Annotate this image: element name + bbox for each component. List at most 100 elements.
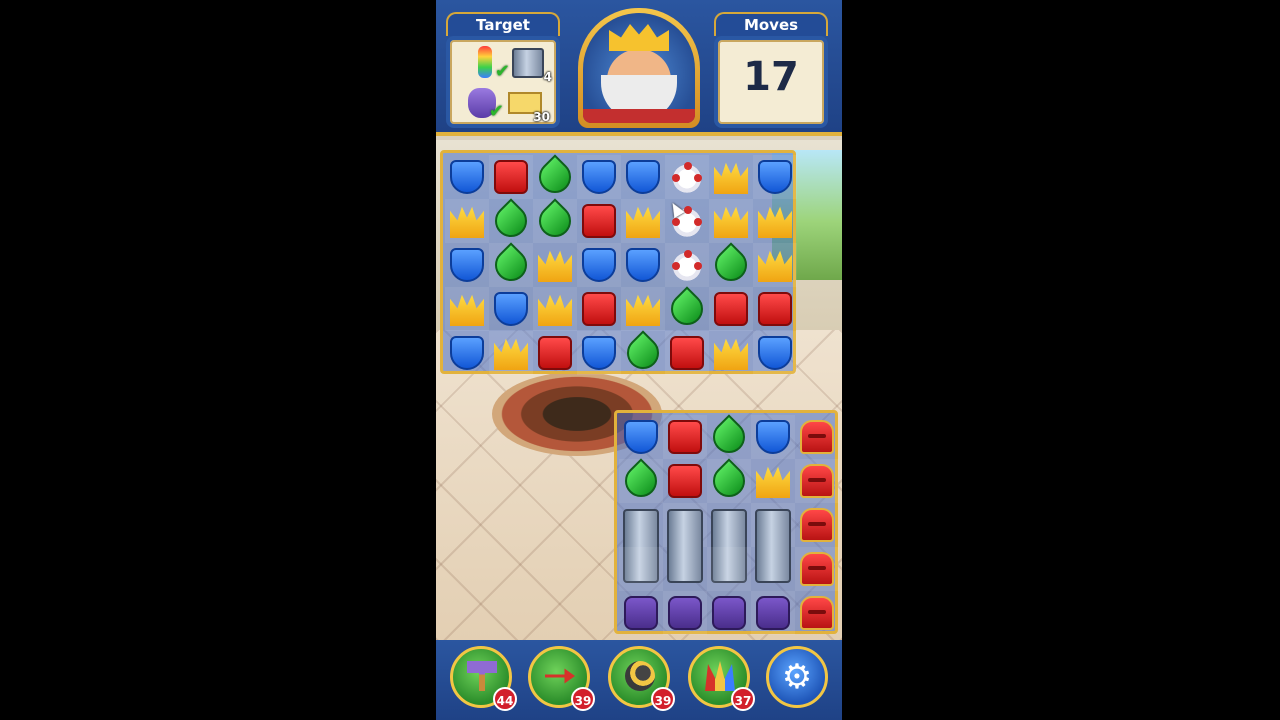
settings-button[interactable]: ⚙ bbox=[766, 646, 828, 708]
main-board-cell-r2-c6[interactable] bbox=[708, 242, 754, 288]
moves-panel: 17 bbox=[714, 36, 828, 128]
checkmark-icon: ✔ bbox=[494, 61, 510, 82]
main-board-cell-r4-c4[interactable] bbox=[620, 330, 666, 376]
lower-board-cell-r4-c1[interactable] bbox=[663, 591, 707, 635]
hammer-icon bbox=[467, 661, 497, 691]
teapot-piece-icon bbox=[670, 160, 704, 194]
main-board-cell-r3-c2[interactable] bbox=[533, 287, 577, 331]
main-board-cell-r1-c7[interactable] bbox=[753, 199, 797, 243]
main-board-cell-r3-c3[interactable] bbox=[577, 287, 621, 331]
lower-board-cell-r0-c3[interactable] bbox=[751, 415, 795, 459]
main-board-cell-r3-c5[interactable] bbox=[664, 286, 710, 332]
lower-board-cell-r2-c4[interactable] bbox=[795, 503, 839, 547]
lower-board-cell-r4-c0[interactable] bbox=[619, 591, 663, 635]
leaf-piece-icon bbox=[706, 458, 752, 504]
main-board-cell-r0-c1[interactable] bbox=[489, 155, 533, 199]
jester-hat-icon bbox=[705, 661, 735, 691]
main-board-cell-r0-c2[interactable] bbox=[532, 154, 578, 200]
shield-piece-icon bbox=[624, 420, 658, 454]
checkmark-icon: ✔ bbox=[488, 101, 504, 122]
shield-piece-icon bbox=[758, 160, 792, 194]
lower-board-cell-r3-c1[interactable] bbox=[663, 547, 707, 591]
leaf-piece-icon bbox=[532, 198, 578, 244]
main-board-cell-r2-c5[interactable] bbox=[665, 243, 709, 287]
lower-board-cell-r1-c2[interactable] bbox=[706, 458, 752, 504]
main-board-cell-r2-c0[interactable] bbox=[445, 243, 489, 287]
arrow-booster-button[interactable]: 39 bbox=[528, 646, 595, 711]
main-board-cell-r4-c7[interactable] bbox=[753, 331, 797, 375]
main-game-board bbox=[440, 150, 797, 376]
main-board-cell-r1-c4[interactable] bbox=[621, 199, 665, 243]
can-target-count: 4 bbox=[543, 70, 552, 84]
main-board-cell-r3-c6[interactable] bbox=[709, 287, 753, 331]
lower-board-cell-r4-c3[interactable] bbox=[751, 591, 795, 635]
leaf-piece-icon bbox=[488, 242, 534, 288]
mail-target: 30 bbox=[508, 86, 550, 124]
lower-board-cell-r3-c4[interactable] bbox=[795, 547, 839, 591]
main-board-cell-r1-c3[interactable] bbox=[577, 199, 621, 243]
top-hud: Target ✔ 4 ✔ 30 Moves 17 bbox=[436, 0, 842, 136]
main-board-cell-r0-c4[interactable] bbox=[621, 155, 665, 199]
lower-board-cell-r2-c0[interactable] bbox=[619, 503, 663, 583]
crown-piece-icon bbox=[494, 338, 528, 370]
main-board-cell-r0-c5[interactable] bbox=[665, 155, 709, 199]
lower-board-cell-r0-c4[interactable] bbox=[795, 415, 839, 459]
main-board-cell-r4-c3[interactable] bbox=[577, 331, 621, 375]
lower-board-cell-r0-c0[interactable] bbox=[619, 415, 663, 459]
lower-board-cell-r0-c2[interactable] bbox=[706, 414, 752, 460]
lower-board-cell-r3-c0[interactable] bbox=[619, 547, 663, 591]
main-board-cell-r1-c2[interactable] bbox=[532, 198, 578, 244]
main-board-cell-r0-c0[interactable] bbox=[445, 155, 489, 199]
lower-board-cell-r0-c1[interactable] bbox=[663, 415, 707, 459]
lower-board-cell-r4-c4[interactable] bbox=[795, 591, 839, 635]
main-board-cell-r4-c2[interactable] bbox=[533, 331, 577, 375]
hammer-booster-button[interactable]: 44 bbox=[450, 646, 517, 711]
rocket-icon bbox=[478, 46, 492, 78]
lower-board-cell-r3-c2[interactable] bbox=[707, 547, 751, 591]
main-board-cell-r2-c1[interactable] bbox=[488, 242, 534, 288]
gear-icon: ⚙ bbox=[781, 657, 813, 697]
lower-board-cell-r2-c2[interactable] bbox=[707, 503, 751, 583]
crown-piece-icon bbox=[714, 338, 748, 370]
main-board-cell-r4-c6[interactable] bbox=[709, 331, 753, 375]
arrow-count-badge: 39 bbox=[571, 687, 595, 711]
vase-target: ✔ bbox=[464, 86, 504, 122]
lower-board-cell-r1-c1[interactable] bbox=[663, 459, 707, 503]
lower-board-cell-r2-c3[interactable] bbox=[751, 503, 795, 583]
main-board-cell-r2-c2[interactable] bbox=[533, 243, 577, 287]
target-title: Target bbox=[446, 12, 560, 36]
main-board-cell-r3-c1[interactable] bbox=[489, 287, 533, 331]
lower-board-cell-r2-c1[interactable] bbox=[663, 503, 707, 583]
cannon-booster-button[interactable]: 39 bbox=[608, 646, 675, 711]
main-board-cell-r3-c7[interactable] bbox=[753, 287, 797, 331]
main-board-cell-r4-c5[interactable] bbox=[665, 331, 709, 375]
main-board-cell-r2-c7[interactable] bbox=[753, 243, 797, 287]
main-board-cell-r4-c1[interactable] bbox=[489, 331, 533, 375]
mail-target-count: 30 bbox=[533, 110, 550, 124]
lower-board-cell-r4-c2[interactable] bbox=[707, 591, 751, 635]
main-board-cell-r3-c0[interactable] bbox=[445, 287, 489, 331]
leaf-piece-icon bbox=[708, 242, 754, 288]
jar-piece-icon bbox=[756, 596, 790, 630]
rocket-target: ✔ bbox=[470, 46, 510, 82]
main-board-cell-r3-c4[interactable] bbox=[621, 287, 665, 331]
main-board-cell-r1-c1[interactable] bbox=[488, 198, 534, 244]
lower-board-cell-r1-c0[interactable] bbox=[618, 458, 664, 504]
main-board-cell-r0-c7[interactable] bbox=[753, 155, 797, 199]
shield-piece-icon bbox=[582, 336, 616, 370]
main-board-cell-r2-c4[interactable] bbox=[621, 243, 665, 287]
main-board-cell-r1-c6[interactable] bbox=[709, 199, 753, 243]
crown-piece-icon bbox=[714, 206, 748, 238]
main-board-cell-r0-c6[interactable] bbox=[709, 155, 753, 199]
can-target: 4 bbox=[510, 46, 552, 84]
main-board-cell-r4-c0[interactable] bbox=[445, 331, 489, 375]
block-piece-icon bbox=[494, 160, 528, 194]
jester-hat-booster-button[interactable]: 37 bbox=[688, 646, 755, 711]
block-piece-icon bbox=[668, 420, 702, 454]
lower-board-cell-r1-c3[interactable] bbox=[751, 459, 795, 503]
main-board-cell-r0-c3[interactable] bbox=[577, 155, 621, 199]
lower-board-cell-r3-c3[interactable] bbox=[751, 547, 795, 591]
main-board-cell-r2-c3[interactable] bbox=[577, 243, 621, 287]
lower-board-cell-r1-c4[interactable] bbox=[795, 459, 839, 503]
main-board-cell-r1-c0[interactable] bbox=[445, 199, 489, 243]
